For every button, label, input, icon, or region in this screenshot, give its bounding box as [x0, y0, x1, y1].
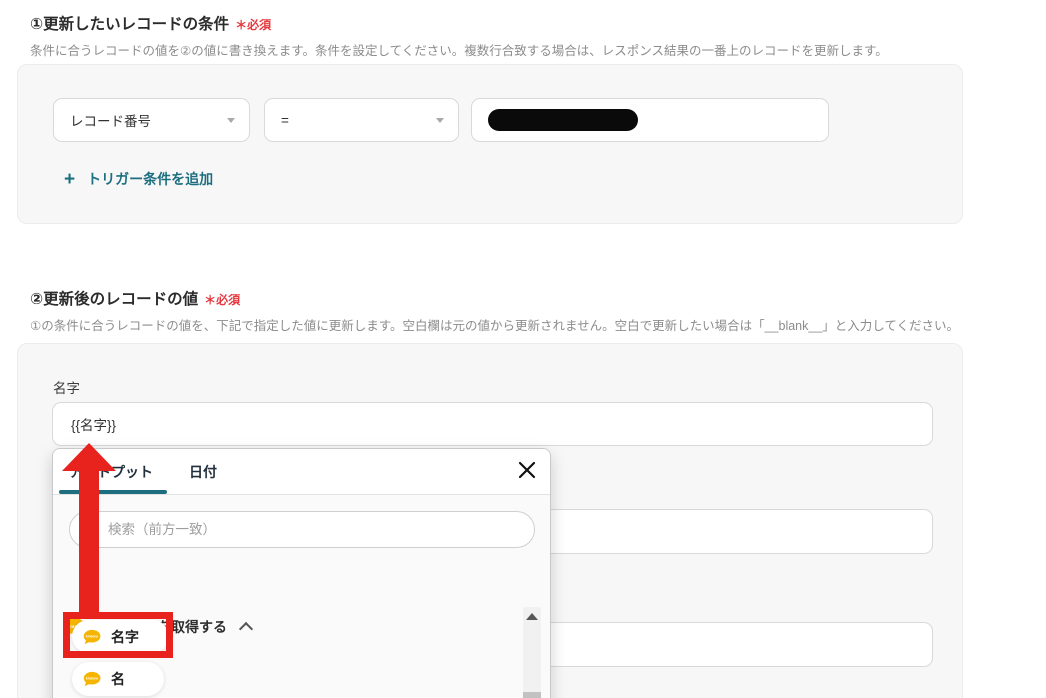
add-trigger-condition-label: トリガー条件を追加 [87, 169, 213, 189]
condition-field-select-value: レコード番号 [70, 110, 151, 130]
popup-header: アウトプット 日付 [53, 449, 550, 495]
section2-heading: ②更新後のレコードの値 ＊必須 [30, 287, 240, 309]
record-update-settings-page: ①更新したいレコードの条件 ＊必須 条件に合うレコードの値を②の値に書き換えます… [0, 0, 1046, 698]
annotation-arrow-head [62, 443, 116, 471]
condition-operator-select-value: = [281, 113, 289, 128]
condition-value-input[interactable] [471, 98, 829, 142]
section1-title: ①更新したいレコードの条件 [30, 12, 229, 34]
search-box[interactable] [69, 511, 535, 548]
search-input[interactable] [106, 521, 522, 538]
svg-text:kintone: kintone [86, 677, 99, 681]
field-input-myoji[interactable] [52, 402, 933, 446]
output-selector-popup: アウトプット 日付 [52, 448, 551, 698]
close-button[interactable] [516, 460, 538, 482]
section2-description: ①の条件に合うレコードの値を、下記で指定した値に更新します。空白欄は元の値から更… [30, 315, 959, 334]
popup-scrollbar[interactable] [523, 607, 541, 698]
scrollbar-thumb[interactable] [523, 692, 541, 698]
annotation-arrow-shaft [79, 466, 99, 616]
tab-date-label: 日付 [189, 462, 217, 482]
add-trigger-condition-button[interactable]: + トリガー条件を追加 [64, 169, 213, 189]
plus-icon: + [64, 170, 75, 189]
field-label-myoji: 名字 [53, 377, 80, 397]
annotation-highlight-box [63, 612, 173, 658]
section2-required-badge: ＊必須 [204, 291, 240, 308]
section1-required-badge: ＊必須 [235, 16, 271, 33]
active-tab-underline [59, 490, 167, 494]
section1-description: 条件に合うレコードの値を②の値に書き換えます。条件を設定してください。複数行合致… [30, 40, 888, 59]
section2-title: ②更新後のレコードの値 [30, 287, 198, 309]
kintone-app-icon: kintone [83, 671, 102, 687]
close-icon [518, 461, 536, 479]
condition-card: レコード番号 = + トリガー条件を追加 [17, 64, 963, 224]
list-item-label: 名 [111, 669, 125, 689]
section1-heading: ①更新したいレコードの条件 ＊必須 [30, 12, 271, 34]
tab-date[interactable]: 日付 [189, 449, 217, 494]
list-item-mei[interactable]: kintone 名 [72, 662, 164, 696]
chevron-down-icon [227, 118, 235, 123]
condition-operator-select[interactable]: = [264, 98, 459, 142]
condition-field-select[interactable]: レコード番号 [53, 98, 250, 142]
redacted-value [488, 109, 638, 131]
chevron-up-icon [239, 622, 253, 636]
scroll-up-icon[interactable] [526, 613, 538, 620]
chevron-down-icon [436, 118, 444, 123]
